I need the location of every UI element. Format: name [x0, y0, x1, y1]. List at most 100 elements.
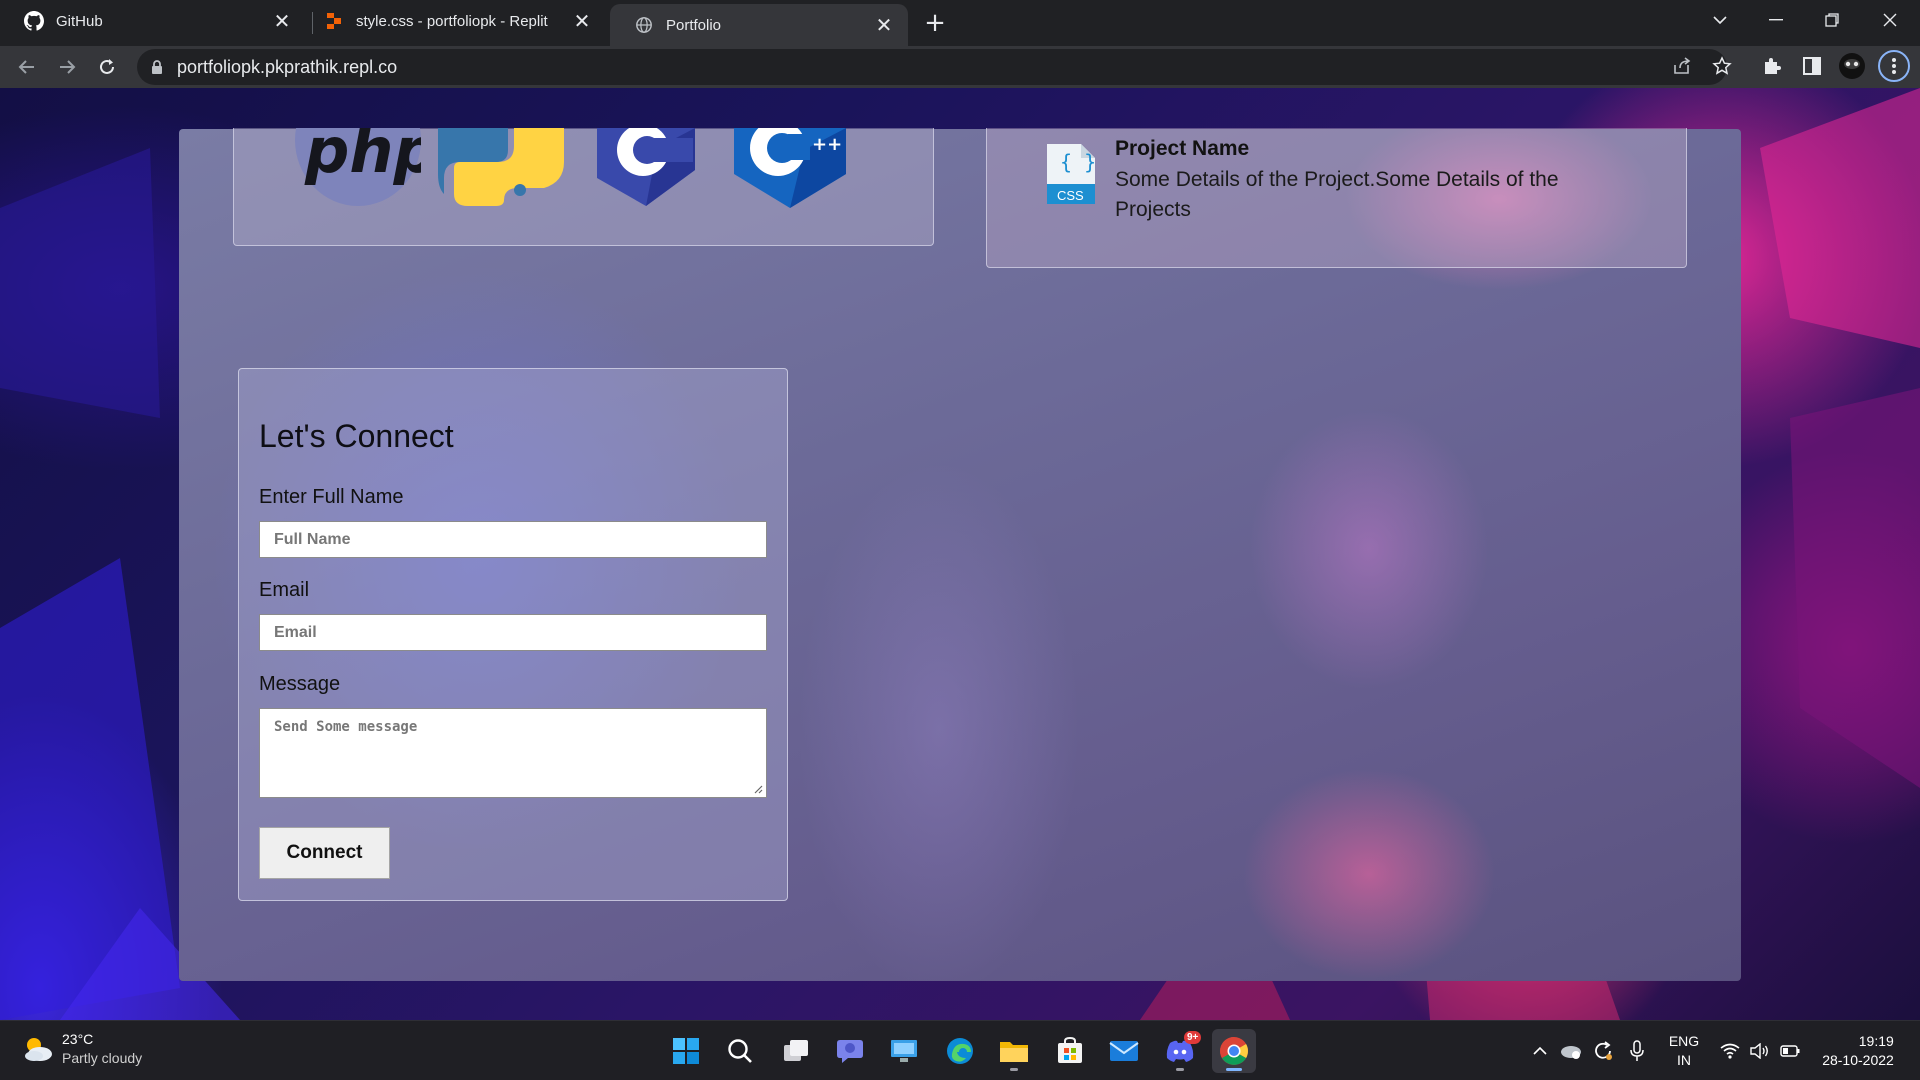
- address-bar[interactable]: portfoliopk.pkprathik.repl.co: [137, 49, 1727, 85]
- store-icon: [1058, 1037, 1082, 1063]
- email-input[interactable]: Email: [259, 614, 767, 651]
- close-tab-icon[interactable]: ✕: [870, 11, 898, 39]
- clock-date: 28-10-2022: [1822, 1052, 1894, 1068]
- css-icon-label: CSS: [1057, 188, 1084, 203]
- input-language-button[interactable]: ENG IN: [1664, 1021, 1704, 1080]
- app-running-indicator: [1176, 1068, 1184, 1071]
- tab-portfolio[interactable]: Portfolio ✕: [610, 4, 908, 46]
- minimize-button[interactable]: [1748, 0, 1804, 40]
- battery-tray-button[interactable]: [1776, 1021, 1804, 1080]
- desktop-app-button[interactable]: [882, 1029, 926, 1073]
- close-tab-icon[interactable]: ✕: [568, 7, 596, 35]
- close-window-button[interactable]: [1862, 0, 1918, 40]
- volume-tray-button[interactable]: [1746, 1021, 1774, 1080]
- tab-github[interactable]: GitHub ✕: [0, 0, 306, 42]
- file-explorer-button[interactable]: [992, 1029, 1036, 1073]
- partly-cloudy-icon: [25, 1037, 52, 1061]
- email-label: Email: [259, 579, 310, 601]
- sync-tray-button[interactable]: [1588, 1021, 1618, 1080]
- language-code: ENG: [1668, 1033, 1700, 1049]
- clock-time: 19:19: [1858, 1033, 1894, 1049]
- windows-logo-icon: [673, 1038, 699, 1064]
- browser-tab-strip: GitHub ✕ style.css - portfoliopk - Repli…: [0, 0, 1920, 46]
- region-code: IN: [1677, 1052, 1691, 1068]
- email-placeholder: Email: [274, 623, 317, 641]
- show-hidden-icons-button[interactable]: [1528, 1021, 1552, 1080]
- cloud-sync-icon: [1561, 1046, 1581, 1059]
- edge-browser-button[interactable]: [938, 1029, 982, 1073]
- clock-button[interactable]: 19:19 28-10-2022: [1814, 1021, 1902, 1080]
- battery-icon: [1780, 1045, 1800, 1057]
- page-viewport: php ++ { } CSS Project Name Some Details…: [0, 88, 1920, 1020]
- reload-button[interactable]: [90, 50, 124, 84]
- message-textarea[interactable]: Send Some message: [259, 708, 767, 798]
- restore-button[interactable]: [1804, 0, 1860, 40]
- chrome-icon: [1220, 1037, 1248, 1065]
- project-name: Project Name: [1115, 137, 1250, 160]
- close-tab-icon[interactable]: ✕: [268, 7, 296, 35]
- chevron-up-icon: [1533, 1046, 1547, 1055]
- microphone-tray-button[interactable]: [1622, 1021, 1652, 1080]
- tab-title: Portfolio: [666, 16, 722, 34]
- side-panel-icon[interactable]: [1796, 50, 1828, 82]
- tab-title: style.css - portfoliopk - Replit: [356, 12, 548, 30]
- app-active-indicator: [1226, 1068, 1242, 1071]
- tab-title: GitHub: [56, 12, 103, 30]
- weather-condition: Partly cloudy: [62, 1050, 143, 1066]
- profile-avatar[interactable]: [1836, 50, 1868, 82]
- task-view-icon: [784, 1040, 808, 1061]
- weather-temperature: 23°C: [62, 1031, 94, 1047]
- full-name-placeholder: Full Name: [274, 530, 351, 548]
- connect-button[interactable]: Connect: [259, 827, 390, 879]
- wifi-icon: [1720, 1043, 1740, 1059]
- task-view-button[interactable]: [774, 1029, 818, 1073]
- chrome-menu-icon[interactable]: [1878, 50, 1910, 82]
- monitor-icon: [891, 1040, 917, 1062]
- python-logo-icon: [438, 128, 564, 206]
- network-tray-button[interactable]: [1716, 1021, 1744, 1080]
- back-button[interactable]: [10, 50, 44, 84]
- replit-icon: [324, 11, 344, 31]
- message-label: Message: [259, 673, 341, 695]
- share-icon[interactable]: [1666, 50, 1698, 82]
- bookmark-star-icon[interactable]: [1706, 50, 1738, 82]
- discord-notification-badge: 9+: [1184, 1031, 1202, 1044]
- app-running-indicator: [1010, 1068, 1018, 1071]
- chrome-button[interactable]: [1212, 1029, 1256, 1073]
- start-button[interactable]: [664, 1029, 708, 1073]
- c-language-logo-icon: [597, 128, 695, 206]
- cpp-logo-icon: ++: [734, 128, 846, 208]
- github-icon: [24, 11, 44, 31]
- microphone-icon: [1630, 1040, 1644, 1061]
- chat-icon: [837, 1040, 863, 1063]
- message-placeholder: Send Some message: [274, 719, 418, 735]
- discord-button[interactable]: 9+: [1158, 1029, 1202, 1073]
- mail-button[interactable]: [1102, 1029, 1146, 1073]
- contact-title: Let's Connect: [259, 418, 454, 454]
- tab-search-icon[interactable]: [1692, 0, 1748, 40]
- tab-replit[interactable]: style.css - portfoliopk - Replit ✕: [300, 0, 606, 42]
- globe-icon: [634, 15, 654, 35]
- windows-taskbar: 23°C Partly cloudy 9+ ENG IN 19:19 28-10…: [0, 1020, 1920, 1080]
- forward-button[interactable]: [50, 50, 84, 84]
- resize-grip-icon[interactable]: [753, 784, 763, 794]
- url-text: portfoliopk.pkprathik.repl.co: [177, 56, 398, 77]
- search-button[interactable]: [718, 1029, 762, 1073]
- edge-icon: [947, 1038, 973, 1064]
- teams-chat-button[interactable]: [828, 1029, 872, 1073]
- svg-text:++: ++: [812, 134, 842, 155]
- microsoft-store-button[interactable]: [1048, 1029, 1092, 1073]
- new-tab-button[interactable]: +: [918, 6, 952, 40]
- php-logo-icon: php: [295, 128, 421, 206]
- project-description: Some Details of the Project.Some Details…: [1115, 168, 1559, 221]
- full-name-label: Enter Full Name: [259, 486, 404, 508]
- weather-widget[interactable]: 23°C Partly cloudy: [22, 1031, 142, 1066]
- mail-icon: [1109, 1041, 1139, 1061]
- speaker-icon: [1750, 1043, 1768, 1059]
- extensions-puzzle-icon[interactable]: [1756, 50, 1788, 82]
- sync-icon: [1595, 1041, 1612, 1060]
- onedrive-tray-button[interactable]: [1556, 1021, 1586, 1080]
- svg-text:{ }: { }: [1060, 150, 1096, 174]
- lock-icon[interactable]: [151, 59, 163, 75]
- full-name-input[interactable]: Full Name: [259, 521, 767, 558]
